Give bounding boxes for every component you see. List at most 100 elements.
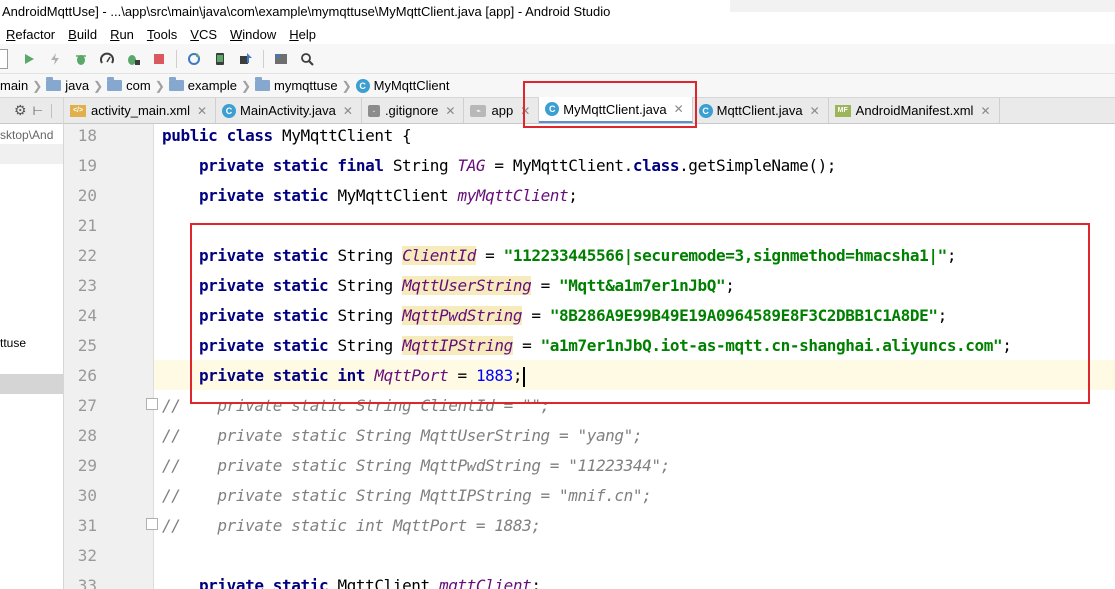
code-token: class [632, 156, 680, 175]
tab-activity-main-xml[interactable]: </> activity_main.xml ✕ [64, 98, 217, 123]
code-line[interactable]: private static int MqttPort = 1883; [162, 361, 526, 391]
breadcrumb-mymqttuse[interactable]: mymqttuse [255, 77, 338, 93]
code-token: ; [725, 276, 735, 295]
profile-icon[interactable] [94, 48, 120, 70]
sync-project-icon[interactable] [181, 48, 207, 70]
run-icon[interactable] [16, 48, 42, 70]
project-structure-icon[interactable] [268, 48, 294, 70]
breadcrumb-mymqttclient[interactable]: C MyMqttClient [355, 78, 450, 93]
code-token: ; [937, 306, 948, 325]
code-line[interactable]: // private static String MqttIPString = … [162, 481, 652, 511]
tab-mqttclient-java[interactable]: C MqttClient.java ✕ [692, 98, 829, 123]
debug-icon[interactable] [68, 48, 94, 70]
project-tree-item[interactable]: ttuse [0, 336, 26, 350]
code-token: private static [198, 576, 338, 589]
toolbar-separator [176, 49, 177, 68]
apply-changes-icon[interactable] [42, 48, 68, 70]
code-line[interactable]: // private static int MqttPort = 1883; [162, 511, 541, 541]
code-line[interactable]: private static final String TAG = MyMqtt… [162, 151, 837, 181]
breadcrumb-com[interactable]: com [107, 77, 151, 93]
close-icon[interactable]: ✕ [810, 104, 820, 118]
menu-window[interactable]: Window [230, 27, 276, 42]
code-token: MqttUserString [402, 276, 532, 295]
breadcrumb-example[interactable]: example [168, 77, 237, 93]
menu-run[interactable]: Run [110, 27, 134, 42]
line-number: 26 [77, 366, 97, 385]
hide-panel-icon[interactable]: ⊢ [33, 104, 43, 118]
breadcrumb-java[interactable]: java [46, 77, 89, 93]
close-icon[interactable]: ✕ [520, 104, 530, 118]
tab-label: AndroidManifest.xml [855, 103, 974, 118]
code-token: ; [531, 576, 541, 589]
code-line[interactable]: private static String MqttPwdString = "8… [162, 301, 947, 331]
close-icon[interactable]: ✕ [445, 104, 455, 118]
tab-androidmanifest-xml[interactable]: MF AndroidManifest.xml ✕ [828, 98, 1000, 123]
code-token: .getSimpleName(); [679, 156, 837, 175]
avd-manager-icon[interactable] [207, 48, 233, 70]
gradle-icon: ⌁ [470, 104, 487, 117]
code-token: = [522, 306, 550, 325]
attach-debugger-icon[interactable] [120, 48, 146, 70]
header-separator [51, 103, 53, 118]
close-icon[interactable]: ✕ [343, 104, 353, 118]
line-number: 24 [77, 306, 97, 325]
code-line[interactable]: private static MyMqttClient myMqttClient… [162, 181, 578, 211]
line-number: 25 [77, 336, 97, 355]
sdk-manager-icon[interactable] [233, 48, 259, 70]
code-line[interactable]: private static String ClientId = "112233… [162, 241, 956, 271]
code-token: = MyMqttClient. [485, 156, 633, 175]
editor-tabs: </> activity_main.xml ✕ C MainActivity.java ✕… [64, 97, 1115, 124]
code-token: MyMqttClient { [282, 126, 412, 145]
stop-icon[interactable] [146, 48, 172, 70]
tab-label: MqttClient.java [716, 103, 803, 118]
class-icon: C [545, 102, 560, 116]
code-line[interactable]: public class MyMqttClient { [162, 124, 412, 151]
code-line[interactable]: // private static String ClientId = ""; [162, 391, 550, 421]
tab-mainactivity-java[interactable]: C MainActivity.java ✕ [216, 98, 362, 123]
code-token: private static final [198, 156, 393, 175]
close-icon[interactable]: ✕ [197, 104, 207, 118]
breadcrumb-main[interactable]: main [0, 78, 28, 93]
project-tree-selected-row[interactable] [0, 144, 63, 164]
chevron-right-icon: ❯ [154, 78, 165, 93]
gear-icon[interactable]: ⚙ [14, 102, 27, 119]
code-line[interactable]: // private static String MqttPwdString =… [162, 451, 670, 481]
folder-icon [107, 77, 123, 91]
menu-help[interactable]: Help [289, 27, 316, 42]
project-tree-highlight-row[interactable] [0, 374, 63, 394]
toolbar-separator [263, 49, 264, 68]
run-config-dropdown[interactable] [0, 48, 8, 69]
code-line[interactable]: private static MqttClient mqttClient; [162, 571, 541, 589]
tab-mymqttclient-java[interactable]: C MyMqttClient.java ✕ [539, 97, 693, 123]
chevron-right-icon: ❯ [240, 78, 251, 93]
tab-gitignore[interactable]: . .gitignore ✕ [361, 98, 465, 123]
menu-build[interactable]: Build [68, 27, 97, 42]
search-icon[interactable] [294, 48, 320, 70]
text-caret [523, 366, 526, 387]
project-tool-window: ⚙ ⊢ sktop\And ttuse [0, 98, 64, 589]
code-line[interactable]: private static String MqttIPString = "a1… [162, 331, 1012, 361]
chevron-right-icon: ❯ [93, 78, 104, 93]
menu-refactor[interactable]: Refactor [6, 27, 55, 42]
tab-label: app [491, 103, 514, 118]
code-line[interactable]: private static String MqttUserString = "… [162, 271, 735, 301]
close-icon[interactable]: ✕ [980, 104, 990, 118]
menu-tools[interactable]: Tools [147, 27, 177, 42]
code-line[interactable]: // private static String MqttUserString … [162, 421, 643, 451]
code-token: myMqttClient [457, 186, 569, 205]
line-number: 21 [77, 216, 97, 235]
code-editor[interactable]: public class MyMqttClient { private stat… [154, 124, 1115, 589]
code-token: "Mqtt&a1m7er1nJbQ" [559, 276, 726, 295]
project-tree-root[interactable]: sktop\And [0, 126, 63, 146]
close-icon[interactable]: ✕ [674, 102, 684, 116]
tab-app[interactable]: ⌁ app ✕ [464, 98, 540, 123]
code-token: MqttClient [337, 576, 439, 589]
menu-vcs[interactable]: VCS [190, 27, 217, 42]
code-token: ; [946, 246, 957, 265]
code-token: // private static String MqttIPString = … [162, 486, 652, 505]
folder-icon [168, 77, 184, 91]
line-number: 28 [77, 426, 97, 445]
title-bar-background [730, 0, 1115, 12]
gitignore-file-icon: . [367, 104, 380, 117]
